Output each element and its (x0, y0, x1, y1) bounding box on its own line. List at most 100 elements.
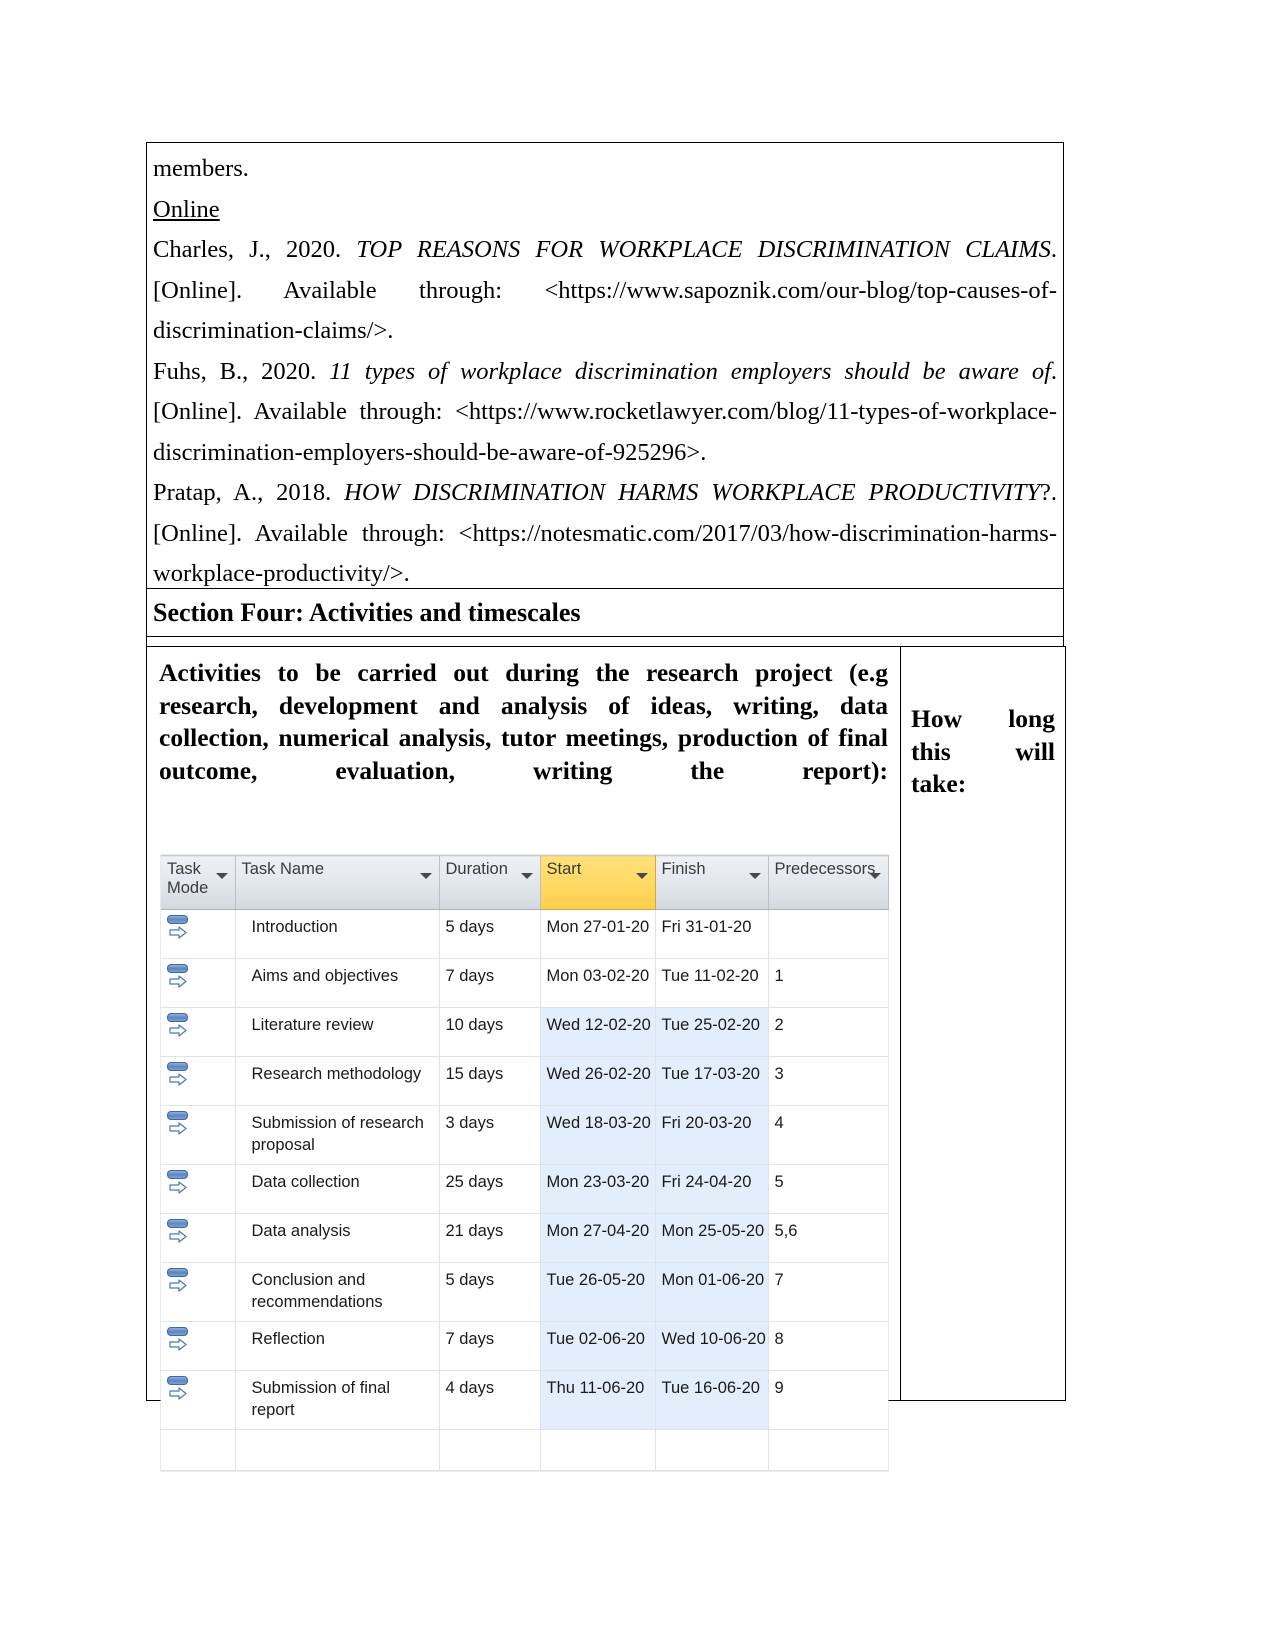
cell-finish-date[interactable]: Fri 31-01-20 (655, 909, 769, 959)
column-header-task-mode[interactable]: Task Mode (161, 855, 236, 910)
cell-start-date[interactable]: Tue 02-06-20 (540, 1321, 656, 1371)
online-subheading: Online (151, 190, 1059, 231)
cell-task-mode[interactable] (161, 1007, 236, 1057)
cell-duration[interactable]: 10 days (439, 1007, 541, 1057)
cell-task-name[interactable]: Submission of final report (235, 1370, 440, 1430)
cell-duration[interactable]: 15 days (439, 1056, 541, 1106)
cell-start-date[interactable]: Mon 27-01-20 (540, 909, 656, 959)
table-row[interactable]: Aims and objectives 7 days Mon 03-02-20 Tue… (161, 958, 888, 1008)
cell-task-name[interactable]: Introduction (235, 909, 440, 959)
cell-finish-date[interactable]: Mon 01-06-20 (655, 1262, 769, 1322)
cell-task-mode[interactable] (161, 958, 236, 1008)
cell-start-date[interactable]: Wed 26-02-20 (540, 1056, 656, 1106)
reference-title: HOW DISCRIMINATION HARMS WORKPLACE PRODU… (344, 479, 1040, 506)
cell-duration[interactable]: 21 days (439, 1213, 541, 1263)
column-header-start[interactable]: Start (539, 855, 656, 910)
column-header-start-label: Start (546, 860, 582, 878)
table-row[interactable]: Data analysis 21 days Mon 27-04-20 Mon 25-0… (161, 1213, 888, 1263)
cell-task-mode[interactable] (161, 1056, 236, 1106)
project-table-body: Introduction 5 days Mon 27-01-20 Fri 31-01-… (161, 909, 888, 1471)
cell-finish-date[interactable]: Tue 11-02-20 (655, 958, 769, 1008)
column-header-finish[interactable]: Finish (655, 855, 769, 910)
cell-start-date[interactable]: Wed 12-02-20 (540, 1007, 656, 1057)
cell-task-mode[interactable] (161, 1105, 236, 1165)
auto-scheduled-icon (167, 1268, 191, 1294)
cell-predecessors[interactable]: 5 (768, 1164, 888, 1214)
reference-author: Pratap, A., 2018. (153, 479, 345, 506)
cell-start-date[interactable]: Mon 03-02-20 (540, 958, 656, 1008)
cell-duration[interactable]: 3 days (439, 1105, 541, 1165)
chevron-down-icon[interactable] (520, 873, 533, 879)
table-row[interactable]: Submission of final report 4 days Thu 11-0… (161, 1370, 888, 1430)
auto-scheduled-icon (167, 1376, 191, 1402)
cell-task-name[interactable]: Data collection (235, 1164, 440, 1214)
activities-prompt-text: Activities to be carried out during the … (159, 658, 888, 785)
ms-project-grid: Task Mode Task Name Duration Start Finis… (161, 855, 889, 1471)
cell-start-date[interactable]: Mon 27-04-20 (540, 1213, 656, 1263)
cell-task-mode[interactable] (161, 1213, 236, 1263)
cell-duration[interactable]: 25 days (439, 1164, 541, 1214)
cell-predecessors[interactable]: 5,6 (768, 1213, 888, 1263)
chevron-down-icon[interactable] (635, 873, 648, 879)
cell-predecessors[interactable]: 9 (768, 1370, 888, 1430)
cell-task-name[interactable]: Reflection (235, 1321, 440, 1371)
cell-finish-date[interactable]: Tue 17-03-20 (655, 1056, 769, 1106)
cell-start-date[interactable]: Thu 11-06-20 (540, 1370, 656, 1430)
column-header-predecessors[interactable]: Predecessors (768, 855, 889, 910)
cell-task-mode[interactable] (161, 1321, 236, 1371)
table-row[interactable]: Submission of research proposal 3 days Wed… (161, 1105, 888, 1165)
auto-scheduled-icon (167, 915, 191, 941)
table-row[interactable]: Introduction 5 days Mon 27-01-20 Fri 31-01-… (161, 909, 888, 959)
reference-title: 11 types of workplace discrimination emp… (329, 357, 1051, 385)
chevron-down-icon[interactable] (748, 873, 761, 879)
cell-task-mode[interactable] (161, 1164, 236, 1214)
cell-duration[interactable]: 4 days (439, 1370, 541, 1430)
table-row[interactable]: Conclusion and recommendations 5 days Tue … (161, 1262, 888, 1322)
cell-finish-date[interactable]: Tue 16-06-20 (655, 1370, 769, 1430)
cell-task-mode[interactable] (161, 1262, 236, 1322)
cell-task-name[interactable]: Data analysis (235, 1213, 440, 1263)
reference-author: Charles, J., 2020. (153, 236, 357, 263)
cell-finish-date[interactable]: Tue 25-02-20 (655, 1007, 769, 1057)
cell-task-name[interactable]: Conclusion and recommendations (235, 1262, 440, 1322)
chevron-down-icon[interactable] (419, 873, 432, 879)
cell-duration[interactable]: 7 days (439, 958, 541, 1008)
cell-task-name[interactable]: Submission of research proposal (235, 1105, 440, 1165)
header-row: Task Mode Task Name Duration Start Finis… (161, 855, 889, 910)
cell-finish-date[interactable]: Fri 24-04-20 (655, 1164, 769, 1214)
cell-finish-date[interactable]: Fri 20-03-20 (655, 1105, 769, 1165)
cell-predecessors[interactable]: 3 (768, 1056, 888, 1106)
column-header-duration[interactable]: Duration (439, 855, 541, 910)
cell-predecessors[interactable]: 8 (768, 1321, 888, 1371)
cell-duration[interactable]: 7 days (439, 1321, 541, 1371)
cell-predecessors[interactable] (768, 909, 888, 959)
cell-finish-date[interactable]: Wed 10-06-20 (655, 1321, 769, 1371)
section-four-title: Section Four: Activities and timescales (153, 597, 581, 627)
table-row[interactable]: Literature review 10 days Wed 12-02-20 Tue … (161, 1007, 888, 1057)
cell-finish-date[interactable]: Mon 25-05-20 (655, 1213, 769, 1263)
cell-duration[interactable]: 5 days (439, 1262, 541, 1322)
cell-task-mode[interactable] (161, 1370, 236, 1430)
cell-start-date[interactable]: Wed 18-03-20 (540, 1105, 656, 1165)
duration-prompt-cell: How long this will take: (901, 647, 1065, 1400)
cell-predecessors[interactable]: 2 (768, 1007, 888, 1057)
table-row[interactable]: Research methodology 15 days Wed 26-02-20 T… (161, 1056, 888, 1106)
cell-task-name[interactable]: Research methodology (235, 1056, 440, 1106)
cell-duration[interactable]: 5 days (439, 909, 541, 959)
cell-predecessors[interactable]: 4 (768, 1105, 888, 1165)
cell-predecessors[interactable]: 7 (768, 1262, 888, 1322)
cell-start-date[interactable]: Mon 23-03-20 (540, 1164, 656, 1214)
section-heading-row: Section Four: Activities and timescales (146, 588, 1064, 637)
table-row[interactable]: Data collection 25 days Mon 23-03-20 Fri 24… (161, 1164, 888, 1214)
cell-task-name[interactable]: Literature review (235, 1007, 440, 1057)
continuation-line: members. (153, 155, 249, 182)
cell-task-name[interactable]: Aims and objectives (235, 958, 440, 1008)
table-row[interactable]: Reflection 7 days Tue 02-06-20 Wed 10-06-20… (161, 1321, 888, 1371)
cell-task-mode[interactable] (161, 909, 236, 959)
chevron-down-icon[interactable] (868, 873, 881, 879)
online-subheading-text: Online (153, 195, 220, 223)
cell-predecessors[interactable]: 1 (768, 958, 888, 1008)
chevron-down-icon[interactable] (215, 873, 228, 879)
column-header-task-name[interactable]: Task Name (235, 855, 440, 910)
cell-start-date[interactable]: Tue 26-05-20 (540, 1262, 656, 1322)
